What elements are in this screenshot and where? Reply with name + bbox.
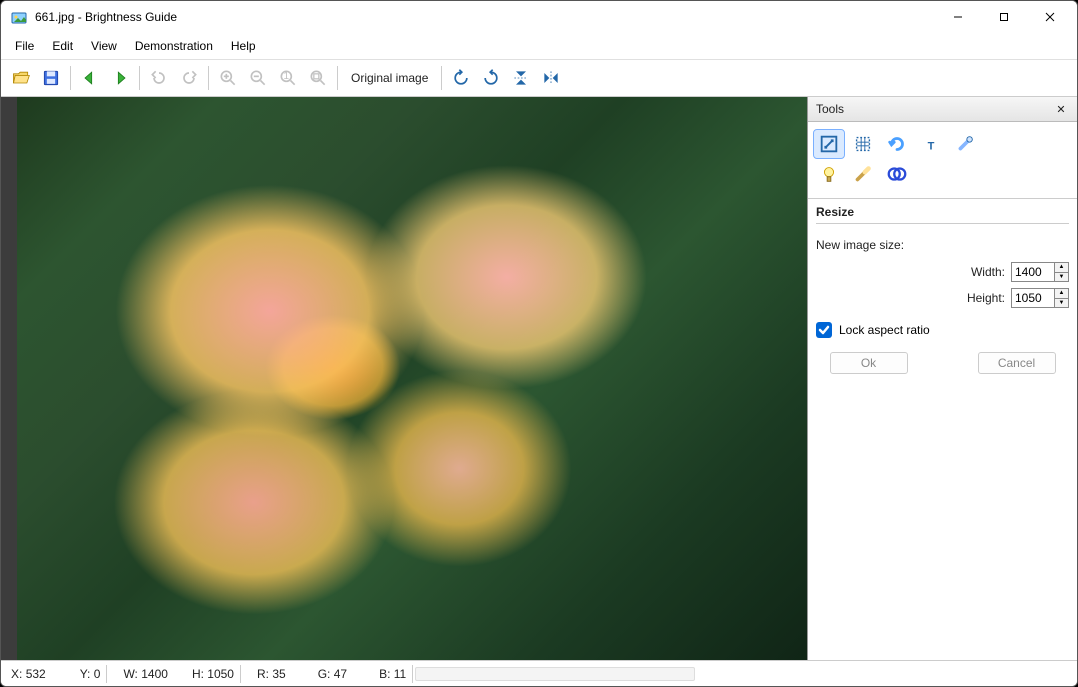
tools-panel-title: Tools — [816, 102, 844, 116]
window-title: 661.jpg - Brightness Guide — [35, 10, 935, 24]
menu-help[interactable]: Help — [223, 35, 264, 57]
status-x: X: 532 — [7, 667, 50, 681]
width-input[interactable] — [1011, 262, 1055, 282]
status-h: H: 1050 — [188, 667, 238, 681]
tools-panel-close-icon[interactable]: ✕ — [1053, 101, 1069, 117]
flip-horizontal-button[interactable] — [537, 64, 565, 92]
flip-vertical-button[interactable] — [507, 64, 535, 92]
section-title: Resize — [808, 199, 1077, 223]
status-b: B: 11 — [375, 667, 410, 681]
spin-down-icon[interactable]: ▼ — [1055, 273, 1068, 282]
toolbar-separator — [208, 66, 209, 90]
height-row: Height: ▲▼ — [816, 288, 1069, 308]
tools-panel-header[interactable]: Tools ✕ — [808, 97, 1077, 122]
lock-aspect-checkbox[interactable] — [816, 322, 832, 338]
toolbar-separator — [70, 66, 71, 90]
minimize-button[interactable] — [935, 2, 981, 32]
application-window: 661.jpg - Brightness Guide File Edit Vie… — [0, 0, 1078, 687]
rotate-cw-button[interactable] — [477, 64, 505, 92]
status-bar: X: 532 Y: 0 W: 1400 H: 1050 R: 35 G: 47 … — [1, 660, 1077, 686]
toolbar-separator — [441, 66, 442, 90]
width-spin-buttons[interactable]: ▲▼ — [1055, 262, 1069, 282]
tool-brush[interactable] — [848, 160, 878, 188]
rotate-ccw-button[interactable] — [447, 64, 475, 92]
tool-text[interactable]: T — [916, 130, 946, 158]
menu-view[interactable]: View — [83, 35, 125, 57]
menu-edit[interactable]: Edit — [44, 35, 81, 57]
image-viewport[interactable] — [1, 97, 807, 660]
work-area: Tools ✕ T Resize New — [1, 97, 1077, 660]
save-button[interactable] — [37, 64, 65, 92]
new-size-label: New image size: — [816, 238, 1069, 252]
tool-resize[interactable] — [814, 130, 844, 158]
zoom-out-button[interactable] — [244, 64, 272, 92]
height-label: Height: — [967, 291, 1005, 305]
height-spin-buttons[interactable]: ▲▼ — [1055, 288, 1069, 308]
status-y: Y: 0 — [76, 667, 105, 681]
width-label: Width: — [971, 265, 1005, 279]
menu-bar: File Edit View Demonstration Help — [1, 33, 1077, 60]
ok-button[interactable]: Ok — [830, 352, 908, 374]
original-image-label[interactable]: Original image — [343, 71, 436, 85]
width-row: Width: ▲▼ — [816, 262, 1069, 282]
width-spinner[interactable]: ▲▼ — [1011, 262, 1069, 282]
spin-up-icon[interactable]: ▲ — [1055, 289, 1068, 299]
status-r: R: 35 — [253, 667, 290, 681]
status-g: G: 47 — [314, 667, 351, 681]
height-spinner[interactable]: ▲▼ — [1011, 288, 1069, 308]
canvas-area — [1, 97, 807, 660]
open-button[interactable] — [7, 64, 35, 92]
redo-button[interactable] — [175, 64, 203, 92]
spin-down-icon[interactable]: ▼ — [1055, 299, 1068, 308]
tool-lighten[interactable] — [814, 160, 844, 188]
resize-form: New image size: Width: ▲▼ Height: ▲▼ — [808, 230, 1077, 384]
tool-grid: T — [808, 122, 1077, 199]
prev-button[interactable] — [76, 64, 104, 92]
zoom-fit-button[interactable] — [304, 64, 332, 92]
lock-aspect-label: Lock aspect ratio — [839, 323, 930, 337]
menu-file[interactable]: File — [7, 35, 42, 57]
title-bar[interactable]: 661.jpg - Brightness Guide — [1, 1, 1077, 33]
toolbar-separator — [139, 66, 140, 90]
svg-text:T: T — [928, 141, 935, 153]
tool-channels[interactable] — [882, 160, 912, 188]
tool-settings[interactable] — [950, 130, 980, 158]
dialog-buttons: Ok Cancel — [816, 352, 1069, 374]
undo-button[interactable] — [145, 64, 173, 92]
maximize-button[interactable] — [981, 2, 1027, 32]
zoom-actual-button[interactable]: 1 — [274, 64, 302, 92]
svg-text:1: 1 — [284, 71, 290, 82]
main-toolbar: 1 Original image — [1, 60, 1077, 97]
height-input[interactable] — [1011, 288, 1055, 308]
lock-aspect-row[interactable]: Lock aspect ratio — [816, 322, 1069, 338]
spin-up-icon[interactable]: ▲ — [1055, 263, 1068, 273]
status-progress-track — [415, 667, 695, 681]
section-divider — [816, 223, 1069, 224]
app-icon — [11, 9, 27, 25]
tool-rotate[interactable] — [882, 130, 912, 158]
tools-panel: Tools ✕ T Resize New — [807, 97, 1077, 660]
cancel-button[interactable]: Cancel — [978, 352, 1056, 374]
menu-demonstration[interactable]: Demonstration — [127, 35, 221, 57]
toolbar-separator — [337, 66, 338, 90]
zoom-in-button[interactable] — [214, 64, 242, 92]
next-button[interactable] — [106, 64, 134, 92]
close-button[interactable] — [1027, 2, 1073, 32]
document-image — [17, 97, 807, 660]
status-w: W: 1400 — [119, 667, 172, 681]
tool-crop[interactable] — [848, 130, 878, 158]
